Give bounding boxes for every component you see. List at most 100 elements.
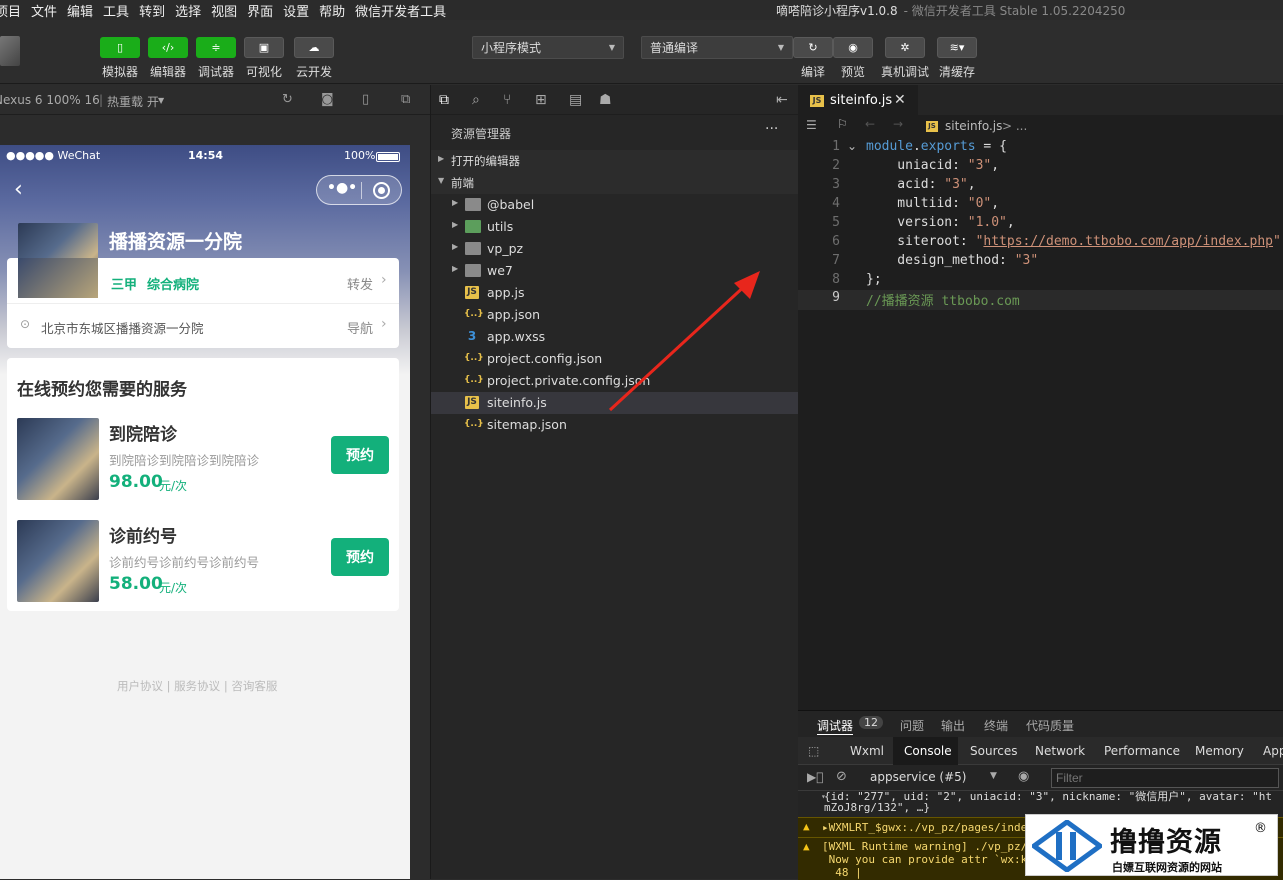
tab-console[interactable]: Console <box>904 744 952 758</box>
menu-select[interactable]: 选择 <box>170 1 206 20</box>
debugger-button[interactable]: ≑ 调试器 <box>196 37 236 80</box>
avatar[interactable] <box>0 36 20 66</box>
tree-item-sitemap-json[interactable]: {..} sitemap.json <box>431 414 799 436</box>
filter-input[interactable] <box>1051 768 1279 788</box>
docker-icon[interactable]: ☗ <box>599 92 612 108</box>
menu-interface[interactable]: 界面 <box>242 1 278 20</box>
forward-arrow-icon[interactable]: → <box>893 117 903 131</box>
tab-sources[interactable]: Sources <box>970 744 1017 758</box>
menu-tools[interactable]: 工具 <box>98 1 134 20</box>
js-file-icon: JS <box>465 286 479 299</box>
close-icon[interactable] <box>373 182 390 199</box>
collapse-panel-icon[interactable]: ⇤ <box>776 92 788 108</box>
cloud-label: 云开发 <box>295 65 332 79</box>
rotate-icon[interactable]: ↻ <box>282 93 296 107</box>
menu-goto[interactable]: 转到 <box>134 1 170 20</box>
book-button[interactable]: 预约 <box>331 538 389 576</box>
remote-debug-button[interactable]: ✲ 真机调试 <box>881 37 929 80</box>
debug-icon[interactable]: ▤ <box>569 92 582 108</box>
visual-button[interactable]: ▣ 可视化 <box>244 37 284 80</box>
editor-button[interactable]: ‹/› 编辑器 <box>148 37 188 80</box>
close-icon[interactable]: ✕ <box>894 92 906 108</box>
menu-help[interactable]: 帮助 <box>314 1 350 20</box>
bookmark-icon[interactable]: ⚐ <box>837 117 848 131</box>
app-title: 嘀嗒陪诊小程序v1.0.8 <box>776 4 898 18</box>
list-icon[interactable]: ☰ <box>806 118 817 132</box>
compile-select[interactable]: 普通编译 ▼ <box>641 36 793 59</box>
simulator-header: Nexus 6 100% 16 | 热重载 开 ▼ ↻ ◙ ▯ ⧉ <box>0 85 430 115</box>
tab-network[interactable]: Network <box>1035 744 1085 758</box>
tab-siteinfo[interactable]: JS siteinfo.js ✕ <box>798 85 918 115</box>
device-select[interactable]: Nexus 6 100% 16 <box>0 93 100 107</box>
search-icon[interactable]: ⌕ <box>472 92 480 108</box>
service-item[interactable]: 到院陪诊 到院陪诊到院陪诊到院陪诊 98.00 元/次 预约 <box>7 416 399 502</box>
tree-item-utils[interactable]: ▶ utils <box>431 216 799 238</box>
clear-console-icon[interactable]: ⊘ <box>836 769 847 784</box>
preview-button[interactable]: ◉ 预览 <box>833 37 873 80</box>
phone-icon[interactable]: ▯ <box>362 93 376 107</box>
breadcrumb-more[interactable]: > ... <box>1002 119 1027 133</box>
tab-performance[interactable]: Performance <box>1104 744 1180 758</box>
tab-code-quality[interactable]: 代码质量 <box>1026 717 1074 734</box>
menu-project[interactable]: 项目 <box>0 1 26 20</box>
service-desc: 诊前约号诊前约号诊前约号 <box>109 555 260 570</box>
tree-item-babel[interactable]: ▶ @babel <box>431 194 799 216</box>
section-open-editors[interactable]: ▶ 打开的编辑器 <box>431 150 799 172</box>
mini-capsule[interactable]: •●• <box>316 175 402 205</box>
watermark-logo: 撸撸资源 ® 白嫖互联网资源的网站 <box>1025 814 1278 876</box>
clear-cache-button[interactable]: ≋▾ 清缓存 <box>937 37 977 80</box>
watermark-title: 撸撸资源 <box>1110 827 1222 858</box>
menu-view[interactable]: 视图 <box>206 1 242 20</box>
tab-debugger[interactable]: 调试器 <box>817 717 854 735</box>
footer-links[interactable]: 用户协议 | 服务协议 | 咨询客服 <box>117 678 277 694</box>
hotreload-select[interactable]: 热重载 开 <box>107 93 159 110</box>
files-icon[interactable]: ⧉ <box>439 92 449 108</box>
chevron-right-icon: › <box>381 316 387 332</box>
service-item[interactable]: 诊前约号 诊前约号诊前约号诊前约号 58.00 元/次 预约 <box>7 518 399 604</box>
tree-item-vp-pz[interactable]: ▶ vp_pz <box>431 238 799 260</box>
code-line: 7 design_method: "3" <box>798 253 1283 272</box>
cloud-button[interactable]: ☁ 云开发 <box>294 37 334 80</box>
extensions-icon[interactable]: ⊞ <box>535 92 547 108</box>
tab-memory[interactable]: Memory <box>1195 744 1244 758</box>
service-desc: 到院陪诊到院陪诊到院陪诊 <box>109 453 260 468</box>
menu-devtools[interactable]: 微信开发者工具 <box>350 1 451 20</box>
preview-label: 预览 <box>840 65 865 79</box>
git-icon[interactable]: ⑂ <box>503 92 511 108</box>
breadcrumb-file[interactable]: siteinfo.js <box>945 119 1002 133</box>
chevron-right-icon: ▶ <box>452 242 459 251</box>
json-file-icon: {..} <box>464 353 484 363</box>
back-icon[interactable]: ‹ <box>14 177 23 202</box>
code-line: 2 uniacid: "3", <box>798 158 1283 177</box>
tab-app[interactable]: App <box>1263 744 1283 758</box>
menu-file[interactable]: 文件 <box>26 1 62 20</box>
section-frontend[interactable]: ▼ 前端 <box>431 172 799 194</box>
chevron-right-icon: › <box>381 272 387 288</box>
navigate-link[interactable]: 导航 <box>347 318 373 337</box>
tab-terminal[interactable]: 终端 <box>984 717 1008 734</box>
clear-cache-label: 清缓存 <box>938 65 975 79</box>
context-select[interactable]: appservice (#5) <box>870 770 966 784</box>
back-arrow-icon[interactable]: ← <box>865 117 875 131</box>
book-button[interactable]: 预约 <box>331 436 389 474</box>
popout-icon[interactable]: ⧉ <box>401 93 415 107</box>
more-icon[interactable]: •●• <box>327 180 357 196</box>
menu-settings[interactable]: 设置 <box>278 1 314 20</box>
activity-bar: ⧉ ⌕ ⑂ ⊞ ▤ ☗ ⇤ <box>431 85 799 115</box>
bug-icon: ✲ <box>885 37 925 58</box>
simulator-button[interactable]: ▯ 模拟器 <box>100 37 140 80</box>
sidebar-toggle-icon[interactable]: ▶⃞ <box>807 770 823 784</box>
eye-icon[interactable]: ◉ <box>1018 769 1029 784</box>
more-actions[interactable]: ··· <box>765 121 778 137</box>
menu-edit[interactable]: 编辑 <box>62 1 98 20</box>
tab-wxml[interactable]: Wxml <box>850 744 884 758</box>
share-link[interactable]: 转发 <box>347 274 373 293</box>
expand-icon[interactable]: ▾ <box>821 791 826 802</box>
stop-icon[interactable]: ◙ <box>321 93 335 107</box>
code-area[interactable]: ⌄ 1 module.exports = { 2 uniacid: "3", 3 … <box>798 137 1283 317</box>
tab-issues[interactable]: 问题 <box>900 717 924 734</box>
code-line-current: 9 //播播资源 ttbobo.com <box>798 290 1283 310</box>
inspect-icon[interactable]: ⬚ <box>808 744 819 758</box>
tab-output[interactable]: 输出 <box>941 717 965 734</box>
mode-select[interactable]: 小程序模式 ▼ <box>472 36 624 59</box>
